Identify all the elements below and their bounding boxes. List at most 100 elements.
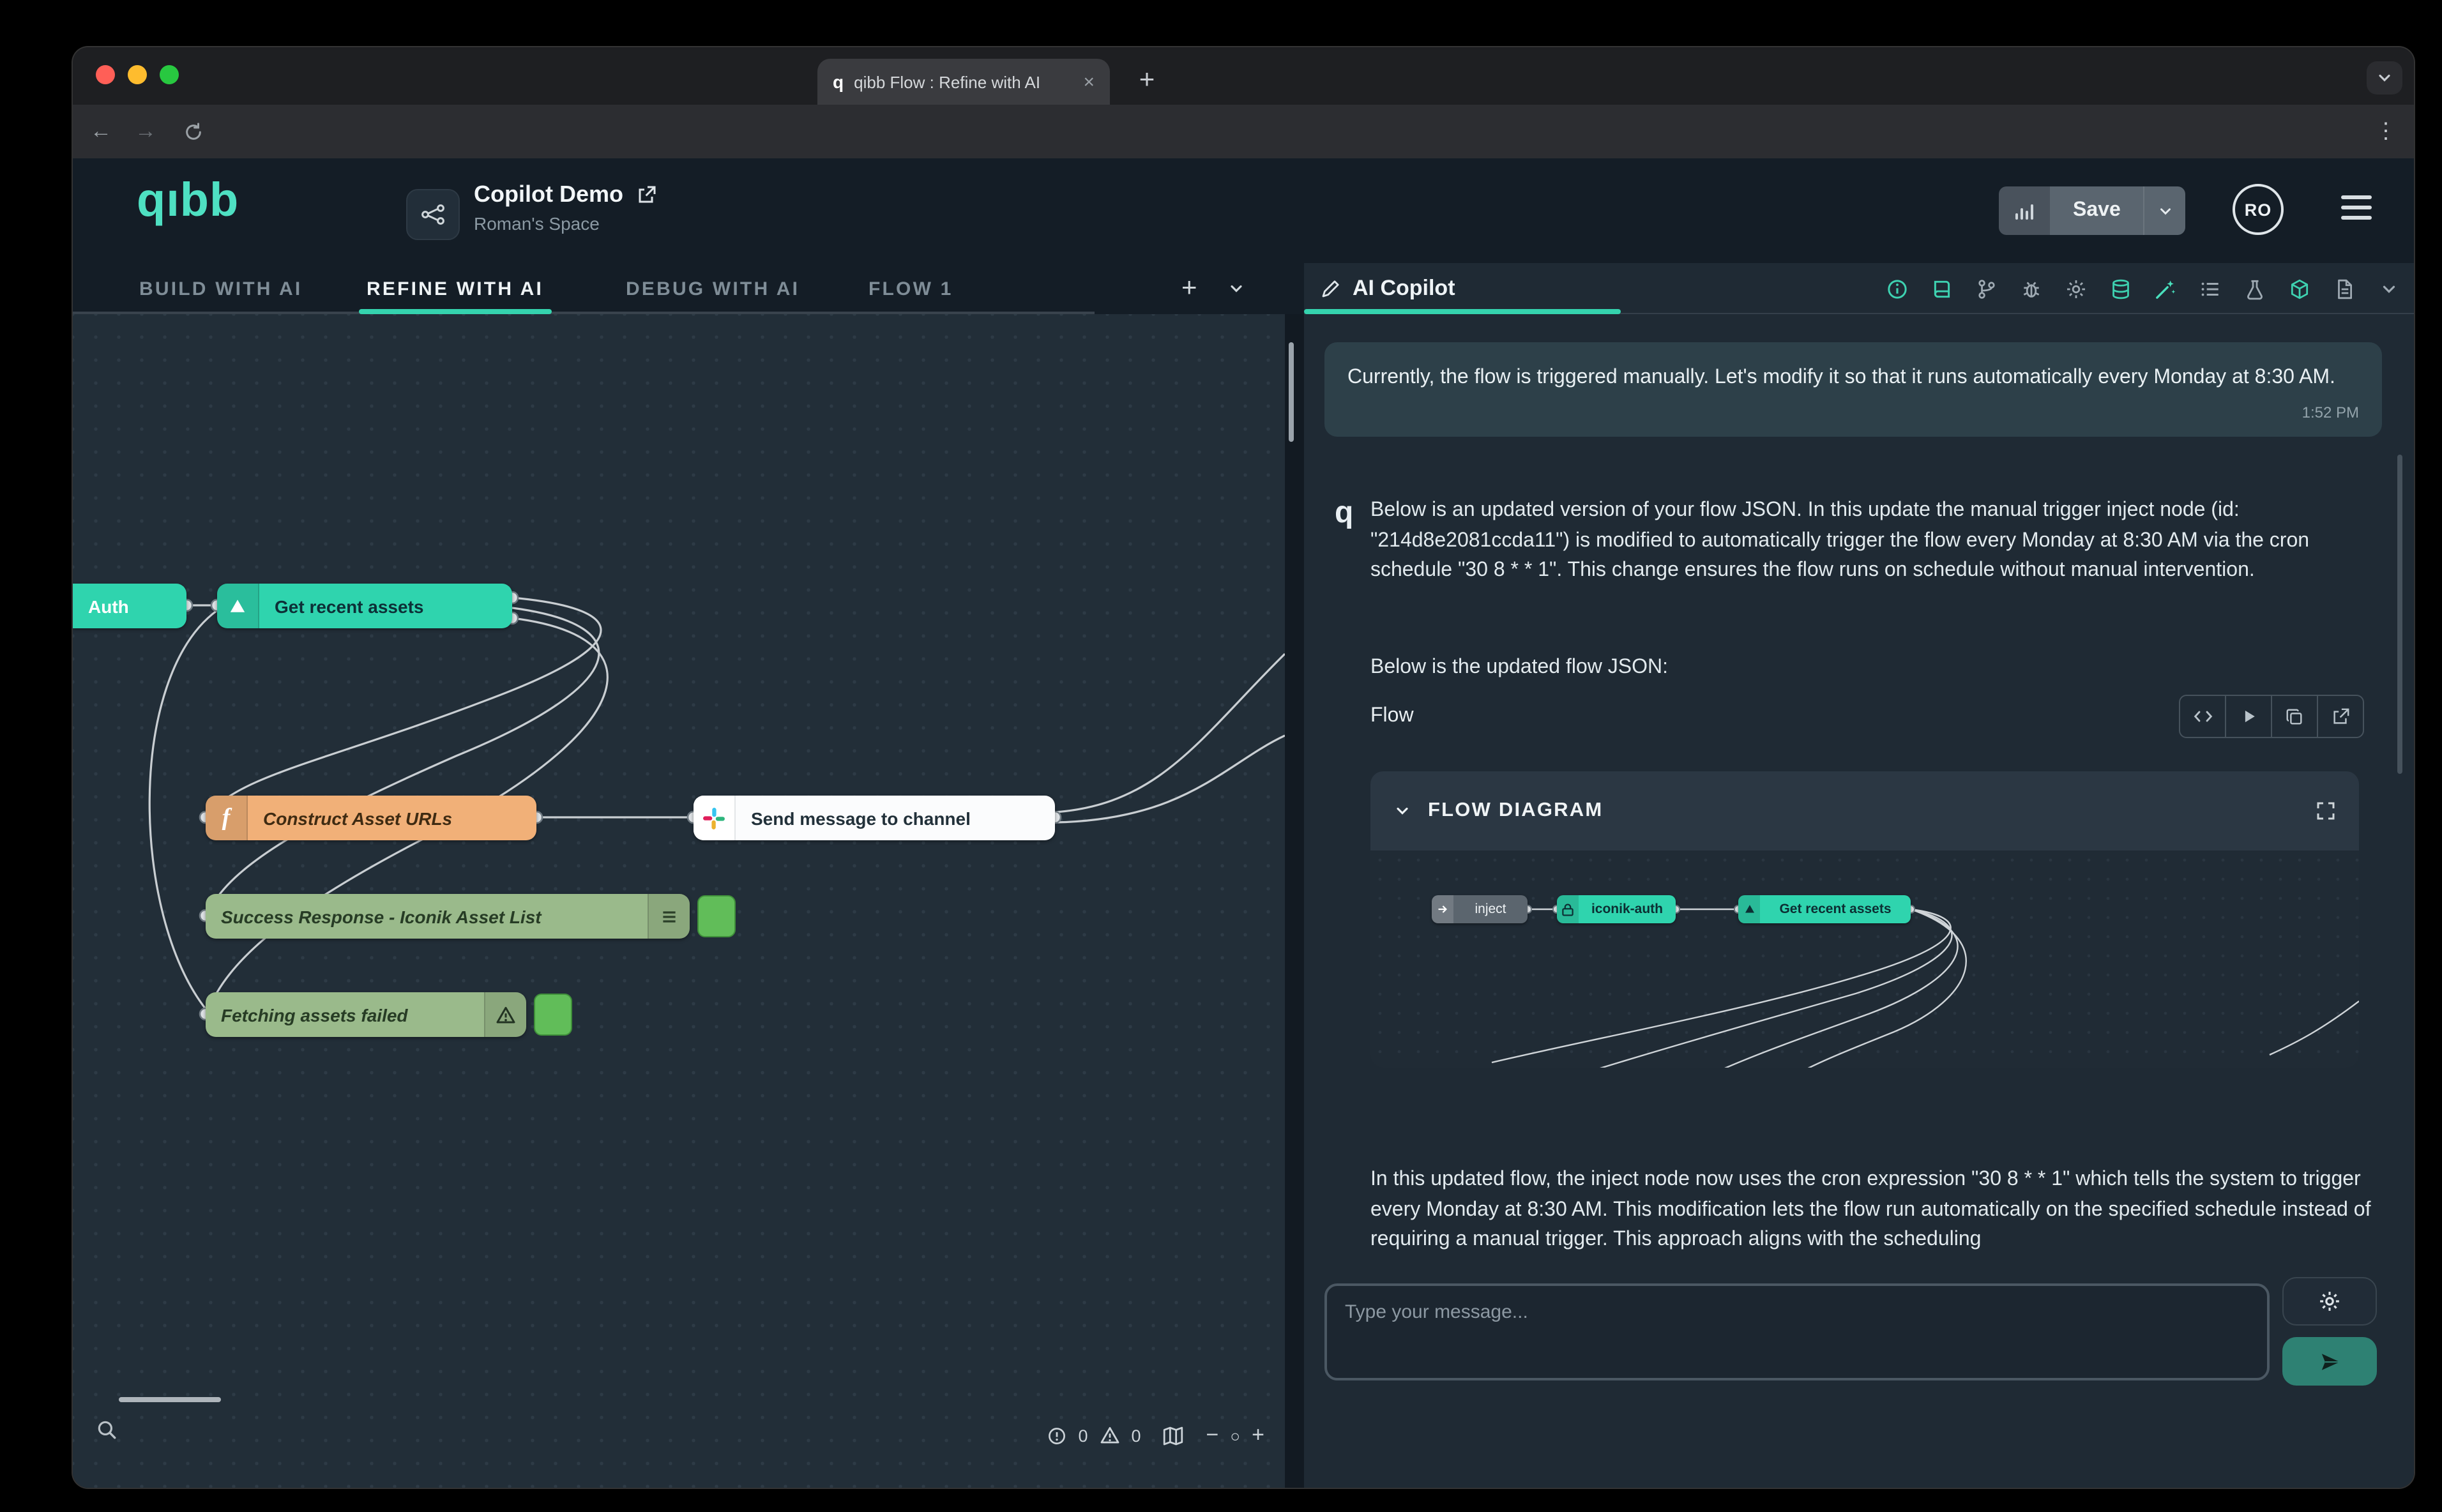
warning-count: 0 bbox=[1132, 1426, 1141, 1445]
error-count: 0 bbox=[1078, 1426, 1088, 1445]
package-cube-icon[interactable] bbox=[2284, 273, 2314, 304]
tab-refine-with-ai[interactable]: REFINE WITH AI bbox=[367, 263, 543, 314]
docs-book-icon[interactable] bbox=[1926, 273, 1957, 304]
warning-count-icon bbox=[1100, 1425, 1120, 1446]
tab-build-with-ai[interactable]: BUILD WITH AI bbox=[139, 263, 302, 314]
minimap-toggle-icon[interactable] bbox=[1163, 1425, 1185, 1446]
node-send-message-to-channel[interactable]: Send message to channel bbox=[694, 796, 1055, 840]
file-icon[interactable] bbox=[2328, 273, 2359, 304]
save-button[interactable]: Save bbox=[1999, 186, 2186, 235]
flow-canvas[interactable]: Auth Get recent assets f Construct Asset… bbox=[73, 314, 1285, 1488]
tab-list-chevron-icon[interactable] bbox=[1228, 280, 1246, 298]
flask-icon[interactable] bbox=[2239, 273, 2270, 304]
search-icon[interactable] bbox=[96, 1419, 118, 1440]
traffic-zoom-button[interactable] bbox=[160, 64, 179, 84]
canvas-statusbar: 0 0 − ○ + bbox=[73, 1416, 1285, 1455]
chevron-down-icon[interactable] bbox=[2373, 273, 2404, 304]
tab-overflow-button[interactable] bbox=[2367, 61, 2402, 94]
copy-button[interactable] bbox=[2271, 696, 2317, 737]
flow-diagram-header[interactable]: FLOW DIAGRAM bbox=[1370, 771, 2359, 850]
browser-window: q qibb Flow : Refine with AI × + ← → bbox=[73, 47, 2414, 1488]
mini-node-inject[interactable]: inject bbox=[1432, 895, 1528, 923]
gear-icon[interactable] bbox=[2060, 273, 2091, 304]
send-message-button[interactable] bbox=[2282, 1337, 2377, 1386]
artifact-actions bbox=[2179, 695, 2364, 738]
copilot-chat: Currently, the flow is triggered manuall… bbox=[1304, 314, 2414, 1488]
inject-icon bbox=[1432, 895, 1453, 923]
tab-favicon: q bbox=[833, 72, 844, 92]
tab-close-icon[interactable]: × bbox=[1083, 71, 1095, 93]
back-button[interactable]: ← bbox=[83, 105, 119, 158]
mini-node-get-recent-assets[interactable]: Get recent assets bbox=[1738, 895, 1911, 923]
reload-button[interactable] bbox=[175, 105, 211, 158]
copilot-title[interactable]: AI Copilot bbox=[1321, 263, 1455, 314]
new-tab-button[interactable]: + bbox=[1128, 61, 1166, 100]
node-status-indicator bbox=[697, 895, 736, 937]
view-code-button[interactable] bbox=[2180, 696, 2225, 737]
collapse-chevron-icon[interactable] bbox=[1393, 802, 1411, 820]
chat-scrollbar[interactable] bbox=[2397, 455, 2402, 774]
flow-diagram-preview[interactable]: inject iconik-auth Get recent assets bbox=[1370, 850, 2359, 1068]
tab-debug-with-ai[interactable]: DEBUG WITH AI bbox=[626, 263, 800, 314]
traffic-minimize-button[interactable] bbox=[128, 64, 147, 84]
node-success-response[interactable]: Success Response - Iconik Asset List bbox=[206, 894, 690, 939]
open-external-icon[interactable] bbox=[636, 185, 656, 205]
node-get-recent-assets[interactable]: Get recent assets bbox=[217, 584, 512, 628]
bug-icon[interactable] bbox=[2015, 273, 2046, 304]
warning-icon bbox=[484, 992, 526, 1037]
browser-menu-button[interactable]: ⋮ bbox=[2369, 105, 2402, 158]
assistant-avatar: q bbox=[1335, 495, 1353, 531]
flow-title: Copilot Demo bbox=[474, 181, 623, 208]
copilot-active-underline bbox=[1304, 309, 1621, 314]
node-fetching-assets-failed[interactable]: Fetching assets failed bbox=[206, 992, 526, 1037]
tab-flow-1[interactable]: FLOW 1 bbox=[868, 263, 953, 314]
add-flow-tab-button[interactable]: + bbox=[1181, 273, 1197, 304]
list-icon[interactable] bbox=[2194, 273, 2225, 304]
iconik-drive-icon bbox=[1738, 895, 1760, 923]
traffic-close-button[interactable] bbox=[96, 64, 115, 84]
screen: q qibb Flow : Refine with AI × + ← → bbox=[0, 0, 2442, 1512]
canvas-panel-divider bbox=[1285, 314, 1304, 1488]
save-dropdown-button[interactable] bbox=[2144, 186, 2186, 235]
mini-node-iconik-auth[interactable]: iconik-auth bbox=[1557, 895, 1676, 923]
user-avatar[interactable]: RO bbox=[2233, 184, 2284, 235]
pipeline-branch-icon[interactable] bbox=[1971, 273, 2001, 304]
forward-button[interactable]: → bbox=[128, 105, 163, 158]
main-menu-button[interactable] bbox=[2341, 195, 2372, 219]
zoom-out-button[interactable]: − bbox=[1206, 1423, 1219, 1448]
fullscreen-icon[interactable] bbox=[2316, 801, 2336, 821]
assistant-message-sub: Below is the updated flow JSON: bbox=[1370, 653, 2379, 683]
zoom-in-button[interactable]: + bbox=[1252, 1423, 1264, 1448]
run-button[interactable] bbox=[2225, 696, 2271, 737]
open-external-button[interactable] bbox=[2317, 696, 2363, 737]
qibb-logo[interactable]: qıbb bbox=[137, 174, 239, 227]
user-message-text: Currently, the flow is triggered manuall… bbox=[1347, 363, 2359, 393]
browser-tab[interactable]: q qibb Flow : Refine with AI × bbox=[817, 59, 1110, 105]
magic-wand-icon[interactable] bbox=[2150, 273, 2180, 304]
info-icon[interactable] bbox=[1881, 273, 1912, 304]
message-timestamp: 1:52 PM bbox=[1347, 401, 2359, 424]
copilot-header: AI Copilot bbox=[1304, 263, 2414, 314]
flow-diagram-title: FLOW DIAGRAM bbox=[1428, 799, 2299, 822]
ai-copilot-panel: AI Copilot bbox=[1304, 263, 2414, 1488]
chevron-down-icon bbox=[2376, 69, 2393, 87]
horizontal-scrollbar[interactable] bbox=[119, 1397, 221, 1402]
node-auth[interactable]: Auth bbox=[73, 584, 186, 628]
function-icon: f bbox=[206, 796, 248, 840]
message-input[interactable] bbox=[1324, 1283, 2270, 1380]
flow-diagram-card: FLOW DIAGRAM bbox=[1370, 771, 2359, 1068]
send-icon bbox=[2319, 1350, 2340, 1372]
zoom-reset-button[interactable]: ○ bbox=[1230, 1426, 1240, 1445]
node-construct-asset-urls[interactable]: f Construct Asset URLs bbox=[206, 796, 536, 840]
assistant-message-intro: Below is an updated version of your flow… bbox=[1370, 495, 2379, 586]
vertical-scrollbar[interactable] bbox=[1289, 342, 1294, 442]
database-icon[interactable] bbox=[2105, 273, 2135, 304]
flow-tabs-row: BUILD WITH AI REFINE WITH AI DEBUG WITH … bbox=[73, 263, 1285, 314]
user-message-bubble: Currently, the flow is triggered manuall… bbox=[1324, 342, 2382, 437]
chat-settings-button[interactable] bbox=[2282, 1277, 2377, 1326]
save-label[interactable]: Save bbox=[2050, 186, 2144, 235]
gear-icon bbox=[2318, 1290, 2341, 1313]
slack-icon bbox=[694, 796, 736, 840]
message-input-wrap bbox=[1324, 1283, 2270, 1380]
flow-type-icon bbox=[406, 189, 460, 240]
